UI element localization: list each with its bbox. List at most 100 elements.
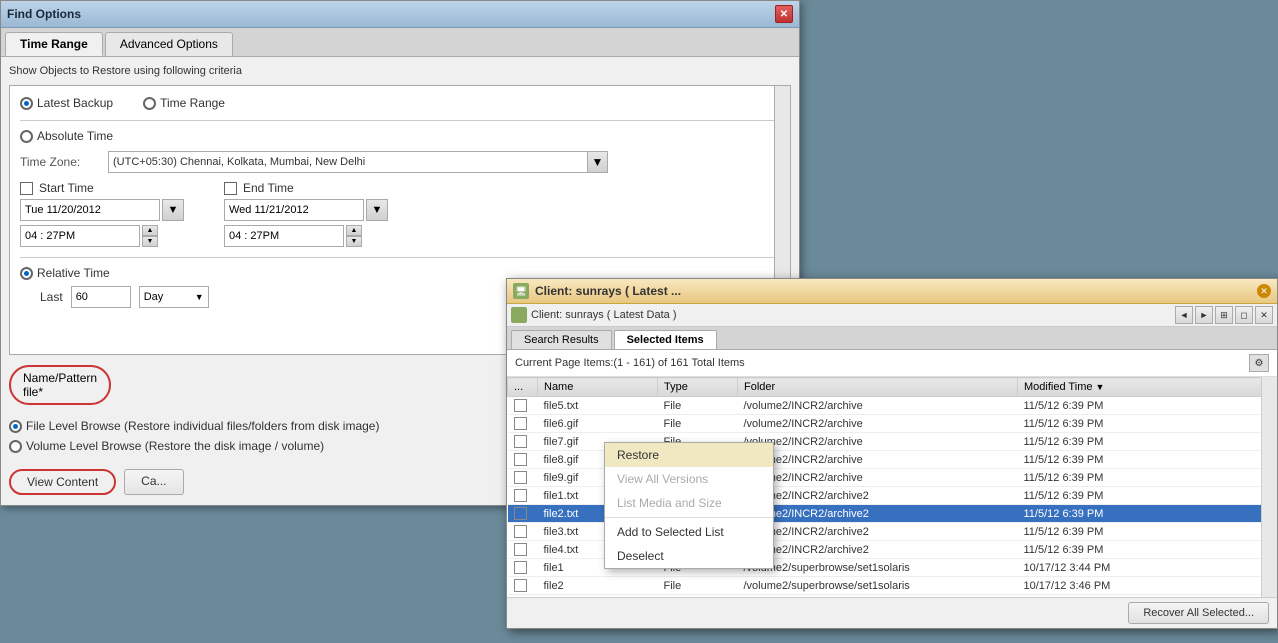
nav-window-btn2[interactable]: ◻ [1235,306,1253,324]
context-menu-divider [605,517,773,518]
latest-backup-radio[interactable] [20,97,33,110]
timezone-dropdown-btn[interactable]: ▼ [587,152,607,172]
end-date-field[interactable]: Wed 11/21/2012 [224,199,364,221]
end-time-checkbox[interactable] [224,182,237,195]
row-modified: 11/5/12 6:39 PM [1018,451,1277,469]
end-time-spinner[interactable]: ▲ ▼ [346,225,362,247]
start-date-field[interactable]: Tue 11/20/2012 [20,199,160,221]
table-row[interactable]: file2File/volume2/superbrowse/set1solari… [508,577,1277,595]
absolute-time-option[interactable]: Absolute Time [20,129,780,143]
nav-prev-btn[interactable]: ◄ [1175,306,1193,324]
client-nav-bar: Client: sunrays ( Latest Data ) ◄ ► ⊞ ◻ … [507,304,1277,327]
row-folder: /volume2/INCR2/archive2 [738,487,1018,505]
recover-all-selected-button[interactable]: Recover All Selected... [1128,602,1269,624]
row-folder: /volume2/INCR2/archive [738,451,1018,469]
row-folder: /volume2/superbrowse/set1solaris [738,559,1018,577]
client-close-button[interactable]: ✕ [1257,284,1271,298]
row-modified: 11/5/12 6:39 PM [1018,469,1277,487]
row-checkbox[interactable] [514,417,527,430]
col-folder-header[interactable]: Folder [738,378,1018,397]
tab-time-range[interactable]: Time Range [5,32,103,56]
tab-advanced-options[interactable]: Advanced Options [105,32,233,56]
table-row[interactable]: file6.gifFile/volume2/INCR2/archive11/5/… [508,415,1277,433]
row-checkbox-cell[interactable] [508,397,538,415]
col-name-header[interactable]: Name [538,378,658,397]
client-tabs: Search Results Selected Items [507,327,1277,350]
absolute-time-radio[interactable] [20,130,33,143]
start-time-spinner-down[interactable]: ▼ [142,236,158,247]
start-time-checkbox[interactable] [20,182,33,195]
cancel-button[interactable]: Ca... [124,469,183,495]
timezone-label: Time Zone: [20,155,100,169]
row-checkbox-cell[interactable] [508,415,538,433]
context-menu-list-media[interactable]: List Media and Size [605,491,773,515]
row-checkbox[interactable] [514,543,527,556]
time-range-radio[interactable] [143,97,156,110]
row-checkbox-cell[interactable] [508,469,538,487]
row-checkbox-cell[interactable] [508,541,538,559]
row-checkbox-cell[interactable] [508,523,538,541]
table-row[interactable]: file5.txtFile/volume2/INCR2/archive11/5/… [508,397,1277,415]
end-date-cal-btn[interactable]: ▼ [366,199,388,221]
row-checkbox[interactable] [514,561,527,574]
client-window: 🖥 Client: sunrays ( Latest ... ✕ Client:… [506,278,1278,629]
end-time-spinner-down[interactable]: ▼ [346,236,362,247]
relative-time-radio[interactable] [20,267,33,280]
col-check-header: ... [508,378,538,397]
context-menu-restore[interactable]: Restore [605,443,773,467]
start-date-cal-btn[interactable]: ▼ [162,199,184,221]
end-date-row: Wed 11/21/2012 ▼ [224,199,388,221]
latest-backup-option[interactable]: Latest Backup [20,96,113,110]
row-checkbox-cell[interactable] [508,433,538,451]
nav-window-btn1[interactable]: ⊞ [1215,306,1233,324]
row-checkbox-cell[interactable] [508,487,538,505]
row-checkbox[interactable] [514,435,527,448]
nav-window-close[interactable]: ✕ [1255,306,1273,324]
nav-next-btn[interactable]: ► [1195,306,1213,324]
settings-icon[interactable]: ⚙ [1249,354,1269,372]
row-checkbox[interactable] [514,525,527,538]
row-checkbox[interactable] [514,489,527,502]
row-folder: /volume2/INCR2/archive [738,469,1018,487]
col-name-label: Name [544,381,573,393]
context-menu-view-all-versions[interactable]: View All Versions [605,467,773,491]
end-time-field[interactable]: 04 : 27PM [224,225,344,247]
row-checkbox[interactable] [514,579,527,592]
find-options-titlebar: Find Options ✕ [1,1,799,28]
view-content-button[interactable]: View Content [9,469,116,495]
table-scrollbar[interactable] [1261,377,1277,597]
row-checkbox-cell[interactable] [508,559,538,577]
start-time-spinner[interactable]: ▲ ▼ [142,225,158,247]
client-window-icon: 🖥 [513,283,529,299]
tab-search-results[interactable]: Search Results [511,330,612,349]
col-type-header[interactable]: Type [658,378,738,397]
context-menu-add-to-selected[interactable]: Add to Selected List [605,520,773,544]
row-checkbox[interactable] [514,507,527,520]
day-dropdown[interactable]: Day ▼ [139,286,209,308]
name-pattern-value: file* [23,385,43,399]
timezone-dropdown[interactable]: (UTC+05:30) Chennai, Kolkata, Mumbai, Ne… [108,151,608,173]
context-menu-deselect[interactable]: Deselect [605,544,773,568]
file-level-browse-radio[interactable] [9,420,22,433]
row-checkbox[interactable] [514,453,527,466]
end-time-checkbox-row: End Time [224,181,388,195]
last-value-field[interactable]: 60 [71,286,131,308]
find-options-close-button[interactable]: ✕ [775,5,793,23]
row-checkbox-cell[interactable] [508,451,538,469]
end-time-group: End Time Wed 11/21/2012 ▼ 04 : 27PM ▲ ▼ [224,181,388,247]
row-checkbox-cell[interactable] [508,577,538,595]
volume-level-browse-radio[interactable] [9,440,22,453]
col-modified-header[interactable]: Modified Time ▼ [1018,378,1277,397]
end-time-spinner-up[interactable]: ▲ [346,225,362,236]
row-checkbox[interactable] [514,399,527,412]
time-range-option[interactable]: Time Range [143,96,225,110]
start-time-field[interactable]: 04 : 27PM [20,225,140,247]
row-modified: 11/5/12 6:39 PM [1018,541,1277,559]
tab-selected-items[interactable]: Selected Items [614,330,717,349]
backup-mode-row: Latest Backup Time Range [20,96,780,110]
start-time-spinner-up[interactable]: ▲ [142,225,158,236]
row-checkbox-cell[interactable] [508,505,538,523]
row-checkbox[interactable] [514,471,527,484]
row-modified: 11/5/12 6:39 PM [1018,523,1277,541]
row-type: File [658,397,738,415]
